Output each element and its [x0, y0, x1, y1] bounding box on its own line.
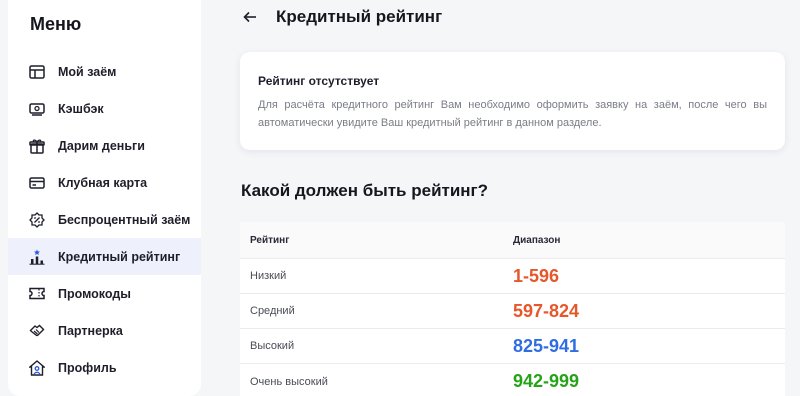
sidebar-item-label: Кэшбэк — [58, 101, 104, 116]
section-title: Какой должен быть рейтинг? — [241, 181, 489, 200]
ticket-icon — [28, 285, 46, 303]
sidebar-item-label: Клубная карта — [58, 175, 148, 190]
rating-range: 942-999 — [513, 371, 580, 391]
menu-list: Мой заём Кэшбэк Дарим деньги Клубная кар… — [8, 53, 201, 386]
rating-name: Высокий — [250, 340, 295, 352]
percent-icon — [28, 211, 46, 229]
sidebar-item-gift-money[interactable]: Дарим деньги — [8, 127, 201, 164]
sidebar-item-partner[interactable]: Партнерка — [8, 312, 201, 349]
rating-name: Очень высокий — [250, 375, 328, 388]
sidebar-item-profile[interactable]: Профиль — [8, 349, 201, 386]
sidebar-item-promo-codes[interactable]: Промокоды — [8, 275, 201, 312]
sidebar-item-label: Кредитный рейтинг — [58, 249, 181, 264]
menu-title: Меню — [30, 14, 82, 34]
sidebar-item-club-card[interactable]: Клубная карта — [8, 164, 201, 201]
rating-notice-card: Рейтинг отсутствует Для расчёта кредитно… — [240, 52, 785, 150]
sidebar-item-label: Дарим деньги — [58, 138, 145, 153]
rating-name: Низкий — [250, 270, 287, 282]
table-row: Очень высокий 942-999 — [240, 364, 785, 396]
rating-range: 825-941 — [513, 335, 580, 356]
sidebar-item-label: Профиль — [58, 360, 117, 375]
sidebar-item-my-loan[interactable]: Мой заём — [8, 53, 201, 90]
column-header-range: Диапазон — [513, 234, 561, 246]
sidebar-item-credit-rating[interactable]: Кредитный рейтинг — [8, 238, 201, 275]
rating-table: Рейтинг Диапазон Низкий 1-596 Средний 59… — [240, 222, 785, 396]
sidebar-item-label: Мой заём — [58, 64, 117, 79]
rating-icon — [28, 248, 46, 266]
sidebar-item-cashback[interactable]: Кэшбэк — [8, 90, 201, 127]
table-row: Высокий 825-941 — [240, 329, 785, 364]
sidebar: Меню Мой заём Кэшбэк Дарим деньги Клубна… — [8, 0, 201, 396]
rating-range: 597-824 — [513, 300, 580, 321]
table-header: Рейтинг Диапазон — [240, 222, 785, 259]
rating-name: Средний — [250, 305, 295, 317]
cash-icon — [28, 100, 46, 118]
sidebar-item-label: Беспроцентный заём — [58, 212, 191, 227]
page-title: Кредитный рейтинг — [276, 7, 443, 26]
dashboard-icon — [28, 63, 46, 81]
card-icon — [28, 174, 46, 192]
sidebar-item-label: Промокоды — [58, 286, 131, 301]
back-arrow-icon[interactable] — [240, 7, 260, 27]
page-header: Кредитный рейтинг — [240, 4, 442, 30]
notice-text: Для расчёта кредитного рейтинг Вам необх… — [258, 99, 767, 129]
sidebar-item-label: Партнерка — [58, 323, 123, 338]
handshake-icon — [28, 322, 46, 340]
profile-icon — [28, 359, 46, 377]
gift-icon — [28, 137, 46, 155]
sidebar-item-interest-free-loan[interactable]: Беспроцентный заём — [8, 201, 201, 238]
table-row: Низкий 1-596 — [240, 259, 785, 294]
notice-title: Рейтинг отсутствует — [258, 74, 380, 88]
table-row: Средний 597-824 — [240, 294, 785, 329]
rating-range: 1-596 — [513, 265, 560, 286]
column-header-rating: Рейтинг — [250, 234, 290, 246]
